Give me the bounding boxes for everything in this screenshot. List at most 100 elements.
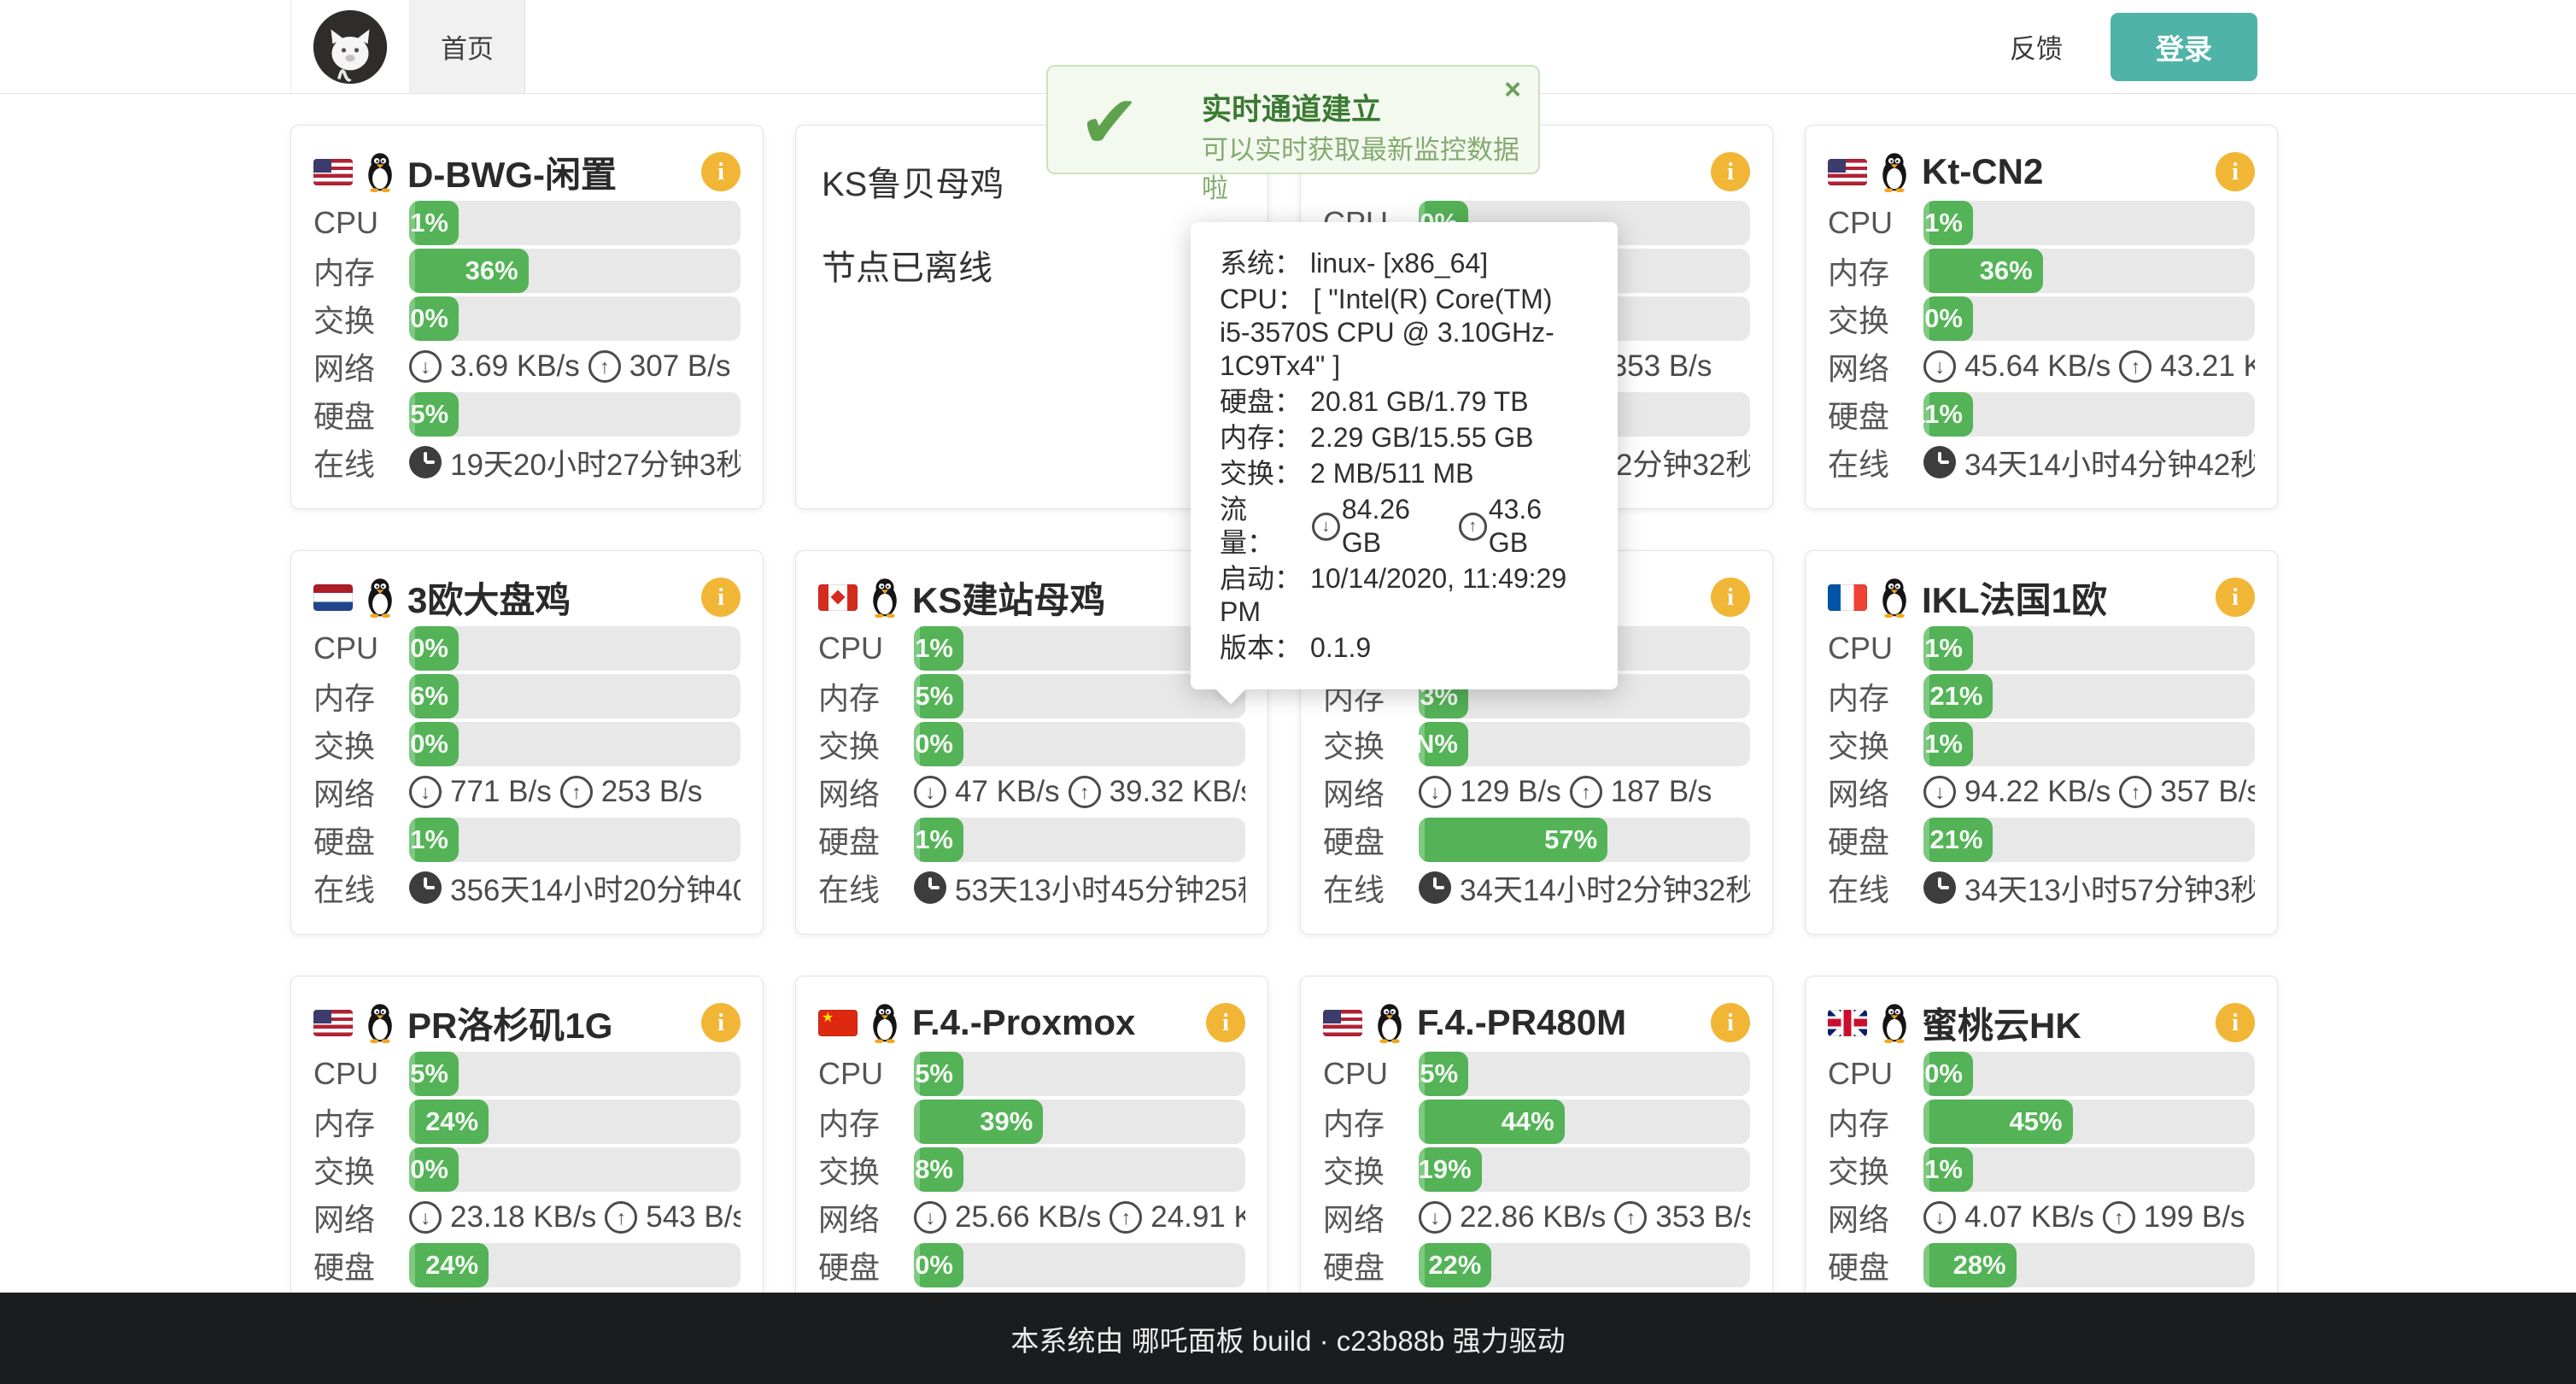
info-icon[interactable]: i [1711,152,1750,191]
linux-os-icon [1877,1002,1912,1043]
download-speed: 23.18 KB/s [450,1200,596,1234]
network-label: 网络 [1323,1195,1408,1240]
info-icon[interactable]: i [2216,152,2255,191]
info-icon[interactable]: i [701,578,741,617]
memory-label: 内存 [1828,674,1913,718]
info-icon[interactable]: i [1711,578,1750,617]
clock-icon [409,871,442,904]
cpu-label: CPU [313,205,399,241]
info-icon[interactable]: i [1206,1003,1245,1042]
server-name: PR洛杉矶1G [407,997,612,1049]
download-arrow-icon: ↓ [409,776,442,808]
server-name: IKL法国1欧 [1922,572,2107,624]
cpu-bar: 1% [1923,626,2255,671]
swap-bar: 0% [409,722,741,766]
upload-arrow-icon: ↑ [605,1201,637,1234]
nav-tab-home[interactable]: 首页 [410,0,525,93]
disk-bar: 11% [1923,392,2255,437]
disk-percent: 10% [914,1250,953,1281]
network-label: 网络 [818,1195,904,1240]
server-info-tooltip: 系统：linux- [x86_64] CPU：[ "Intel(R) Core(… [1191,222,1618,689]
country-flag-icon [313,159,353,185]
clock-icon [1923,871,1956,904]
swap-label: 交换 [818,722,904,766]
cpu-bar: 1% [409,201,741,245]
upload-arrow-icon: ↑ [1459,513,1487,541]
clock-icon [1923,446,1956,478]
network-label: 网络 [1828,770,1913,814]
country-flag-icon [1828,584,1867,611]
swap-label: 交换 [818,1147,904,1192]
download-speed: 45.64 KB/s [1964,349,2111,384]
toast-title: 实时通道建立 [1202,85,1381,129]
memory-label: 内存 [1828,249,1913,293]
memory-label: 内存 [818,1100,904,1144]
upload-speed: 43.21 KB/s [2160,349,2255,384]
tooltip-disk-value: 20.81 GB/1.79 TB [1310,386,1529,417]
network-label: 网络 [313,1195,399,1240]
download-speed: 129 B/s [1460,775,1561,809]
upload-arrow-icon: ↑ [2119,776,2152,808]
swap-label: 交换 [1323,1147,1408,1192]
info-icon[interactable]: i [701,152,741,191]
swap-percent: 0% [915,729,953,759]
upload-speed: 187 B/s [1611,775,1712,809]
online-label: 在线 [313,865,399,910]
disk-label: 硬盘 [1323,818,1408,862]
cpu-bar: 5% [409,1052,741,1096]
disk-bar: 15% [409,392,741,437]
upload-speed: 199 B/s [2144,1200,2245,1234]
cpu-percent: 0% [1924,1059,1963,1089]
country-flag-icon [1828,1010,1867,1036]
disk-percent: 22% [1428,1250,1481,1281]
swap-percent: 0% [410,729,448,759]
disk-bar: 24% [409,1243,741,1287]
memory-bar: 39% [914,1100,1245,1144]
download-arrow-icon: ↓ [409,1201,442,1234]
tooltip-traffic-up: 43.6 GB [1489,493,1589,560]
swap-bar: NaN% [1419,722,1750,766]
swap-percent: 0% [410,303,448,334]
memory-bar: 44% [1419,1100,1750,1144]
cpu-bar: 0% [409,626,741,671]
linux-os-icon [1373,1002,1407,1043]
disk-bar: 22% [1419,1243,1750,1287]
info-icon[interactable]: i [1711,1003,1750,1042]
disk-bar: 57% [1419,818,1750,862]
disk-bar: 10% [914,1243,1245,1287]
network-label: 网络 [313,344,399,389]
nav-feedback-link[interactable]: 反馈 [2010,27,2063,66]
swap-percent: 19% [1419,1154,1472,1185]
server-card: D-BWG-闲置 i CPU 1% 内存 36% 交换 0% 网络 ↓ 3.69… [290,125,764,509]
close-icon[interactable]: × [1504,75,1521,104]
site-logo[interactable] [290,0,410,93]
memory-label: 内存 [313,1100,399,1144]
page-footer: 本系统由 哪吒面板 build · c23b88b 强力驱动 [0,1293,2576,1384]
download-speed: 94.22 KB/s [1964,775,2111,809]
info-icon[interactable]: i [2216,1003,2255,1042]
server-card: Kt-CN2 i CPU 1% 内存 36% 交换 0% 网络 ↓ 45.64 … [1805,125,2278,509]
download-speed: 3.69 KB/s [450,349,580,384]
login-button[interactable]: 登录 [2111,13,2257,81]
swap-bar: 0% [409,296,741,341]
tooltip-swap-label: 交换： [1220,458,1302,489]
cpu-percent: 0% [410,633,448,664]
upload-speed: 24.91 KB/s [1150,1200,1245,1234]
download-speed: 47 KB/s [955,775,1060,809]
upload-speed: 543 B/s [646,1200,741,1234]
uptime-value: 356天14小时20分钟40秒 [450,866,741,910]
info-icon[interactable]: i [2216,578,2255,617]
cpu-percent: 1% [1924,633,1963,664]
server-name: F.4.-PR480M [1417,1002,1626,1043]
disk-percent: 15% [409,399,448,430]
disk-percent: 57% [1544,824,1597,855]
disk-percent: 11% [1923,399,1963,430]
server-name: 3欧大盘鸡 [407,572,571,624]
uptime-value: 53天13小时45分钟25秒 [955,866,1245,910]
upload-arrow-icon: ↑ [1570,776,1602,808]
memory-bar: 45% [1923,1100,2255,1144]
uptime-value: 34天14小时4分钟42秒 [1964,441,2255,484]
memory-bar: 6% [409,674,741,718]
toast-notification: ✔ 实时通道建立 可以实时获取最新监控数据啦 × [1046,65,1540,174]
info-icon[interactable]: i [701,1003,741,1042]
